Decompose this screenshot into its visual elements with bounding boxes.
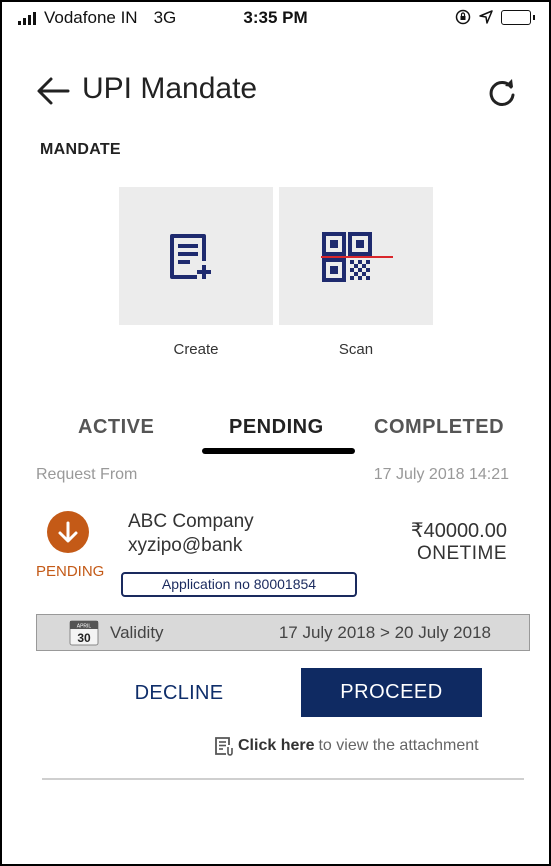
create-mandate-tile[interactable] (119, 187, 273, 325)
phone-screen: Vodafone IN 3G 3:35 PM UPI Mandate MANDA… (0, 0, 551, 866)
attachment-text: to view the attachment (318, 737, 479, 754)
request-datetime: 17 July 2018 14:21 (373, 466, 509, 483)
validity-range: 17 July 2018 > 20 July 2018 (278, 623, 491, 642)
divider (42, 778, 524, 780)
view-attachment-link[interactable]: Click here to view the attachment (214, 736, 479, 756)
status-badge: PENDING (36, 563, 105, 580)
mandate-amount: ₹40000.00 (410, 520, 507, 542)
scan-label[interactable]: Scan (279, 341, 433, 358)
battery-icon (501, 9, 535, 25)
status-bar: Vodafone IN 3G 3:35 PM (2, 2, 549, 36)
scan-mandate-tile[interactable] (279, 187, 433, 325)
create-document-icon (170, 234, 211, 279)
application-number: Application no 80001854 (121, 572, 357, 597)
validity-bar: APRIL 30 Validity 17 July 2018 > 20 July… (36, 614, 530, 651)
qr-code-icon (321, 232, 393, 282)
attachment-document-icon (215, 737, 233, 756)
request-from-label: Request From (36, 466, 138, 483)
create-label[interactable]: Create (119, 341, 273, 358)
validity-label: Validity (110, 623, 164, 642)
pending-status-icon (47, 511, 89, 553)
selected-tab-indicator (202, 448, 355, 454)
location-arrow-icon (479, 10, 493, 24)
page-title: UPI Mandate (82, 72, 258, 105)
tab-pending[interactable]: PENDING (229, 416, 324, 439)
calendar-month: APRIL (77, 624, 92, 630)
mandate-tabs: ACTIVE PENDING COMPLETED (32, 412, 532, 456)
decline-button[interactable]: DECLINE (114, 671, 244, 715)
tab-active[interactable]: ACTIVE (78, 416, 154, 439)
click-here-link[interactable]: Click here (238, 737, 314, 755)
mandate-frequency: ONETIME (416, 543, 507, 564)
proceed-button[interactable]: PROCEED (301, 668, 482, 717)
section-title: MANDATE (40, 141, 121, 158)
down-arrow-icon (58, 521, 78, 543)
refresh-icon[interactable] (486, 78, 518, 108)
payee-vpa: xyzipo@bank (128, 535, 243, 556)
status-right (455, 9, 535, 25)
calendar-icon: APRIL 30 (69, 620, 99, 646)
orientation-lock-icon (455, 9, 471, 25)
tab-completed[interactable]: COMPLETED (374, 416, 504, 439)
payee-name: ABC Company (128, 511, 254, 532)
calendar-day: 30 (77, 631, 91, 645)
back-arrow-icon[interactable] (36, 76, 70, 106)
